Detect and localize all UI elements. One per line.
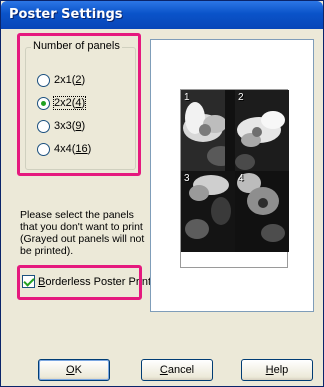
radio-3x3-label[interactable]: 3x3(9) xyxy=(54,120,85,132)
borderless-label[interactable]: Borderless Poster Print xyxy=(38,276,151,288)
radio-button-2x2[interactable] xyxy=(37,96,50,110)
poster-settings-dialog: Poster Settings Number of panels 2x1(2) … xyxy=(0,0,324,387)
radio-2x2[interactable]: 2x2(4) xyxy=(37,95,87,111)
help-button[interactable]: Help xyxy=(241,359,313,381)
poster-preview: 1 2 3 4 xyxy=(150,39,314,312)
preview-paper: 1 2 3 4 xyxy=(180,89,289,268)
radio-button-2x1[interactable] xyxy=(37,73,50,87)
radio-button-4x4[interactable] xyxy=(37,142,50,156)
radio-2x1[interactable]: 2x1(2) xyxy=(37,72,85,88)
radio-4x4[interactable]: 4x4(16) xyxy=(37,141,91,157)
panel-4[interactable]: 4 xyxy=(235,171,289,252)
borderless-checkbox[interactable] xyxy=(22,275,35,288)
instructions-text: Please select the panels that you don't … xyxy=(20,209,145,257)
number-of-panels-label: Number of panels xyxy=(31,40,122,52)
panel-2[interactable]: 2 xyxy=(235,90,289,171)
ok-button[interactable]: OK xyxy=(38,359,110,381)
panel-number-4: 4 xyxy=(238,173,244,184)
panel-3[interactable]: 3 xyxy=(181,171,235,252)
radio-2x1-label[interactable]: 2x1(2) xyxy=(54,74,85,86)
borderless-poster-print-option[interactable]: Borderless Poster Print xyxy=(22,275,151,288)
radio-2x2-label[interactable]: 2x2(4) xyxy=(52,96,87,110)
panel-number-2: 2 xyxy=(238,92,244,103)
cancel-button[interactable]: Cancel xyxy=(141,359,213,381)
radio-3x3[interactable]: 3x3(9) xyxy=(37,118,85,134)
radio-4x4-label[interactable]: 4x4(16) xyxy=(54,143,91,155)
panel-1[interactable]: 1 xyxy=(181,90,235,171)
panel-number-3: 3 xyxy=(184,173,190,184)
title-bar[interactable]: Poster Settings xyxy=(1,1,323,29)
dialog-title: Poster Settings xyxy=(9,7,123,22)
radio-button-3x3[interactable] xyxy=(37,119,50,133)
panel-number-1: 1 xyxy=(184,92,190,103)
